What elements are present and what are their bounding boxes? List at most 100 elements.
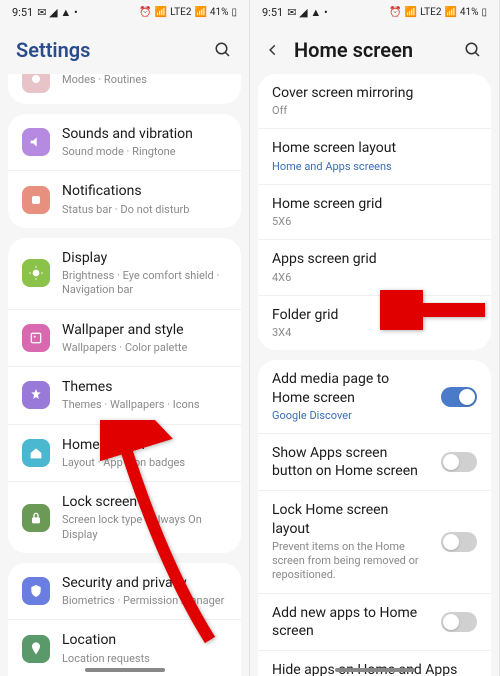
item-text: Home screen layout Home and Apps screens [272, 139, 477, 173]
settings-content[interactable]: Modes · Routines Sounds and vibration So… [0, 74, 249, 676]
settings-item-home-screen[interactable]: Home screen Layout · App icon badges [8, 424, 241, 481]
item-subtitle: Off [272, 104, 477, 118]
settings-item-display[interactable]: Display Brightness · Eye comfort shield … [8, 238, 241, 309]
sound-icon [22, 128, 50, 156]
item-text: Cover screen mirroring Off [272, 84, 477, 118]
item-title: Themes [62, 378, 227, 396]
home-screen-settings: 9:51 ✉ ◢ ▲ • ⏰ 📶 LTE2 📶 41% ▯ Home scree… [250, 0, 500, 676]
item-text: Home screen grid 5X6 [272, 195, 477, 229]
settings-group: Display Brightness · Eye comfort shield … [8, 238, 241, 553]
home-icon [22, 439, 50, 467]
item-title: Sounds and vibration [62, 125, 227, 143]
item-subtitle: 3X4 [272, 326, 477, 340]
item-title: Show Apps screen button on Home screen [272, 444, 429, 480]
item-text: Themes Themes · Wallpapers · Icons [62, 378, 227, 412]
location-icon [22, 635, 50, 663]
status-wifi-icon: 📶 [405, 7, 417, 18]
wallpaper-icon [22, 324, 50, 352]
home-item-add-new-apps-to-home-screen[interactable]: Add new apps to Home screen [258, 593, 491, 650]
nav-pill[interactable] [85, 668, 165, 672]
themes-icon [22, 381, 50, 409]
settings-group: Modes · Routines [8, 74, 241, 104]
item-title: Home screen [62, 436, 227, 454]
status-icons-left: ✉ ◢ ▲ • [37, 6, 77, 19]
settings-header: Settings [0, 24, 249, 74]
home-item-folder-grid[interactable]: Folder grid 3X4 [258, 295, 491, 350]
toggle-switch[interactable] [441, 612, 477, 632]
item-title: Home screen layout [272, 139, 477, 157]
status-net: LTE2 [420, 7, 441, 18]
item-subtitle: Wallpapers · Color palette [62, 341, 227, 355]
settings-screen: 9:51 ✉ ◢ ▲ • ⏰ 📶 LTE2 📶 41% ▯ Settings M… [0, 0, 250, 676]
display-icon [22, 259, 50, 287]
item-title: Lock Home screen layout [272, 501, 429, 537]
battery-icon: ▯ [481, 7, 487, 18]
item-subtitle: Biometrics · Permission manager [62, 594, 227, 608]
item-text: Apps screen grid 4X6 [272, 250, 477, 284]
status-bar: 9:51 ✉ ◢ ▲ • ⏰ 📶 LTE2 📶 41% ▯ [0, 0, 249, 24]
status-battery: 41% [210, 7, 229, 18]
settings-item-modes-routines[interactable]: Modes · Routines [8, 74, 241, 104]
item-subtitle: Sound mode · Ringtone [62, 145, 227, 159]
toggle-switch[interactable] [441, 532, 477, 552]
item-text: Add media page to Home screen Google Dis… [272, 370, 429, 423]
item-title: Wallpaper and style [62, 321, 227, 339]
status-alarm-icon: ⏰ [139, 7, 151, 18]
item-subtitle: Status bar · Do not disturb [62, 203, 227, 217]
search-button[interactable] [213, 40, 233, 60]
item-text: Notifications Status bar · Do not distur… [62, 182, 227, 216]
item-title: Location [62, 631, 227, 649]
settings-item-wallpaper-and-style[interactable]: Wallpaper and style Wallpapers · Color p… [8, 309, 241, 366]
toggle-switch[interactable] [441, 452, 477, 472]
item-title: Apps screen grid [272, 250, 477, 268]
home-header: Home screen [250, 24, 499, 74]
page-title: Settings [16, 38, 203, 62]
home-content[interactable]: Cover screen mirroring Off Home screen l… [250, 74, 499, 676]
status-wifi-icon: 📶 [155, 7, 167, 18]
item-text: Home screen Layout · App icon badges [62, 436, 227, 470]
settings-group: Sounds and vibration Sound mode · Ringto… [8, 114, 241, 228]
settings-item-themes[interactable]: Themes Themes · Wallpapers · Icons [8, 366, 241, 423]
home-item-show-apps-screen-button-on-home-screen[interactable]: Show Apps screen button on Home screen [258, 433, 491, 490]
item-title: Folder grid [272, 306, 477, 324]
item-text: Sounds and vibration Sound mode · Ringto… [62, 125, 227, 159]
nav-pill[interactable] [335, 668, 415, 672]
battery-icon: ▯ [231, 7, 237, 18]
home-item-lock-home-screen-layout[interactable]: Lock Home screen layout Prevent items on… [258, 490, 491, 592]
item-title: Home screen grid [272, 195, 477, 213]
settings-item-notifications[interactable]: Notifications Status bar · Do not distur… [8, 170, 241, 227]
item-subtitle: Layout · App icon badges [62, 456, 227, 470]
item-title: Notifications [62, 182, 227, 200]
item-text: Lock screen Screen lock type · Always On… [62, 493, 227, 542]
settings-group: Security and privacy Biometrics · Permis… [8, 563, 241, 676]
item-title: Cover screen mirroring [272, 84, 477, 102]
notif-icon [22, 186, 50, 214]
home-item-home-screen-layout[interactable]: Home screen layout Home and Apps screens [258, 128, 491, 183]
home-item-hide-apps-on-home-and-apps-screens[interactable]: Hide apps on Home and Apps screens [258, 650, 491, 676]
item-title: Security and privacy [62, 574, 227, 592]
status-time: 9:51 [262, 6, 283, 19]
status-icons-left: ✉ ◢ ▲ • [287, 6, 327, 19]
item-subtitle: Prevent items on the Home screen from be… [272, 540, 429, 583]
settings-item-lock-screen[interactable]: Lock screen Screen lock type · Always On… [8, 481, 241, 553]
home-item-cover-screen-mirroring[interactable]: Cover screen mirroring Off [258, 74, 491, 128]
status-alarm-icon: ⏰ [389, 7, 401, 18]
home-item-add-media-page-to-home-screen[interactable]: Add media page to Home screen Google Dis… [258, 360, 491, 433]
item-text: Security and privacy Biometrics · Permis… [62, 574, 227, 608]
back-button[interactable] [266, 41, 284, 59]
item-text: Lock Home screen layout Prevent items on… [272, 501, 429, 582]
item-text: Location Location requests [62, 631, 227, 665]
home-item-home-screen-grid[interactable]: Home screen grid 5X6 [258, 184, 491, 239]
item-text: Display Brightness · Eye comfort shield … [62, 249, 227, 298]
item-subtitle: Themes · Wallpapers · Icons [62, 398, 227, 412]
item-subtitle: Brightness · Eye comfort shield · Naviga… [62, 269, 227, 298]
home-group: Add media page to Home screen Google Dis… [258, 360, 491, 676]
home-item-apps-screen-grid[interactable]: Apps screen grid 4X6 [258, 239, 491, 294]
item-subtitle: 5X6 [272, 215, 477, 229]
search-button[interactable] [463, 40, 483, 60]
toggle-switch[interactable] [441, 387, 477, 407]
status-time: 9:51 [12, 6, 33, 19]
settings-item-sounds-and-vibration[interactable]: Sounds and vibration Sound mode · Ringto… [8, 114, 241, 170]
settings-item-security-and-privacy[interactable]: Security and privacy Biometrics · Permis… [8, 563, 241, 619]
item-text: Folder grid 3X4 [272, 306, 477, 340]
